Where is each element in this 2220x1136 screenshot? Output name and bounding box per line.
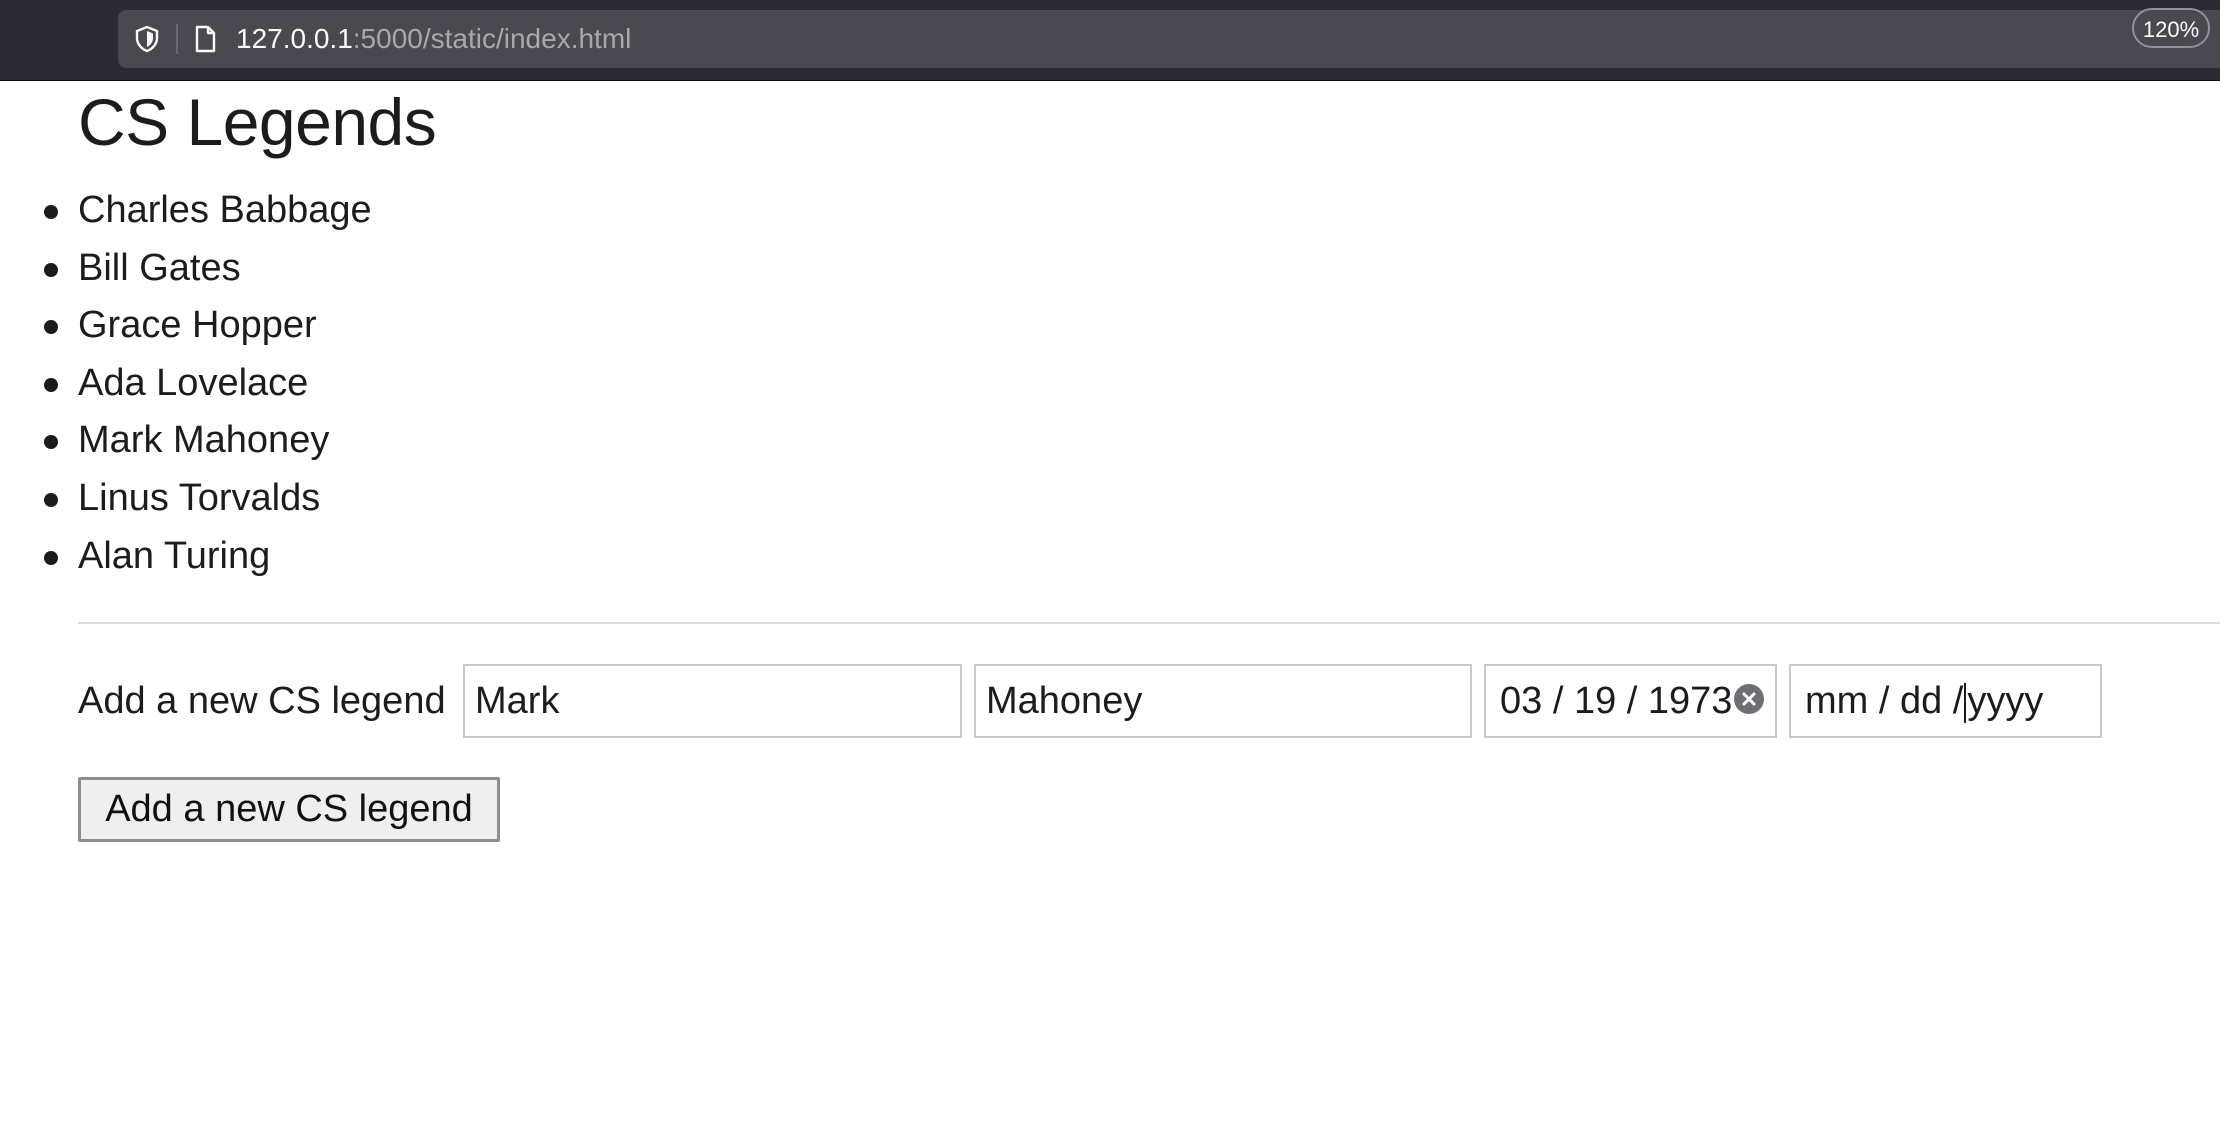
death-date-input[interactable]: mm / dd / yyyy (1789, 664, 2102, 738)
address-bar[interactable]: 127.0.0.1:5000/static/index.html (118, 10, 2220, 68)
list-item: Charles Babbage (44, 182, 372, 240)
url-host: 127.0.0.1 (236, 23, 353, 54)
list-item: Alan Turing (44, 528, 372, 586)
add-legend-button[interactable]: Add a new CS legend (78, 777, 500, 842)
list-item: Linus Torvalds (44, 470, 372, 528)
list-item: Grace Hopper (44, 297, 372, 355)
divider (78, 622, 2220, 624)
browser-toolbar: 127.0.0.1:5000/static/index.html 120% (0, 0, 2220, 81)
birth-date-value: 03 / 19 / 1973 (1500, 680, 1733, 722)
death-date-placeholder-right: yyyy (1967, 680, 2044, 722)
clear-icon[interactable] (1734, 684, 1764, 714)
list-item: Bill Gates (44, 240, 372, 298)
list-item: Mark Mahoney (44, 412, 372, 470)
url-text[interactable]: 127.0.0.1:5000/static/index.html (236, 10, 631, 68)
url-path: :5000/static/index.html (352, 23, 632, 54)
page-title: CS Legends (78, 85, 437, 159)
zoom-level-badge[interactable]: 120% (2132, 8, 2210, 48)
last-name-input[interactable] (974, 664, 1472, 738)
form-label: Add a new CS legend (78, 680, 446, 722)
shield-icon[interactable] (132, 24, 162, 54)
list-item: Ada Lovelace (44, 355, 372, 413)
url-divider (176, 24, 178, 54)
first-name-input[interactable] (463, 664, 962, 738)
page-icon[interactable] (190, 24, 220, 54)
legend-list: Charles Babbage Bill Gates Grace Hopper … (0, 182, 372, 585)
death-date-placeholder-left: mm / dd / (1805, 680, 1964, 722)
